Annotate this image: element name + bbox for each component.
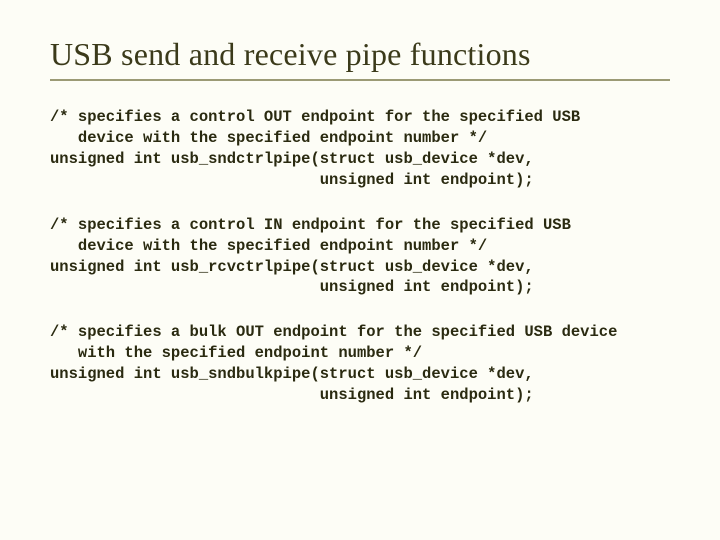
code-block-3: /* specifies a bulk OUT endpoint for the…	[50, 322, 670, 406]
slide: USB send and receive pipe functions /* s…	[0, 0, 720, 540]
title-underline	[50, 79, 670, 81]
code-block-1: /* specifies a control OUT endpoint for …	[50, 107, 670, 191]
slide-title: USB send and receive pipe functions	[50, 36, 670, 73]
code-block-2: /* specifies a control IN endpoint for t…	[50, 215, 670, 299]
